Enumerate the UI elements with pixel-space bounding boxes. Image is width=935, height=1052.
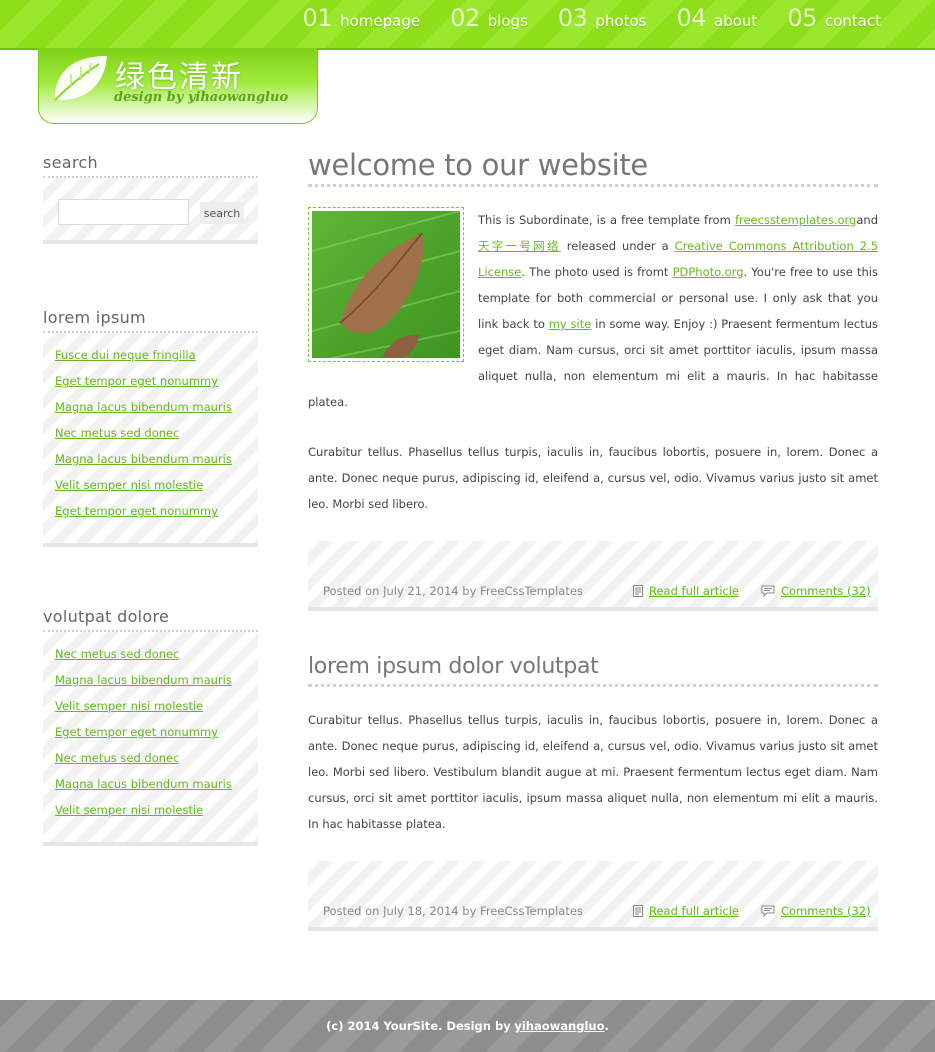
sidebar-link-list: Fusce dui neque fringilla Eget tempor eg… [43,333,258,526]
list-item: Velit semper nisi molestie [55,695,258,721]
nav-contact[interactable]: 05 contact [787,4,881,32]
link-tianzi[interactable]: 天字一号网络 [478,239,561,253]
sidebar-link[interactable]: Nec metus sed donec [55,647,179,661]
list-item: Magna lacus bibendum mauris [55,773,258,799]
sidebar-link[interactable]: Velit semper nisi molestie [55,699,203,713]
nav-label: photos [595,12,647,30]
sidebar-links-panel: Fusce dui neque fringilla Eget tempor eg… [43,333,258,547]
list-item: Eget tempor eget nonummy [55,370,258,396]
nav-number: 01 [302,4,333,32]
list-item: Nec metus sed donec [55,747,258,773]
link-my-site[interactable]: my site [549,317,592,331]
nav-homepage[interactable]: 01 homepage [303,4,421,32]
list-item: Magna lacus bibendum mauris [55,396,258,422]
nav-number: 05 [787,4,817,32]
main-nav: 01 homepage 02 blogs 03 photos 04 about 05 co… [273,4,881,32]
post-paragraph: Curabitur tellus. Phasellus tellus turpi… [308,713,878,831]
sidebar-link[interactable]: Magna lacus bibendum mauris [55,777,232,791]
link-pdphoto[interactable]: PDPhoto.org [673,265,744,279]
footer: (c) 2014 YourSite. Design by yihaowanglu… [0,1000,935,1052]
sidebar-link-list: Nec metus sed donec Magna lacus bibendum… [43,632,258,825]
nav-number: 02 [450,4,480,32]
nav-label: contact [824,12,881,30]
leaf-icon [54,56,107,101]
nav-label: about [714,12,758,30]
sidebar-link[interactable]: Eget tempor eget nonummy [55,504,218,518]
nav-about[interactable]: 04 about [676,4,757,32]
post-title: welcome to our website [308,148,878,187]
post-date: Posted on July 18, 2014 by FreeCssTempla… [323,904,583,918]
nav-number: 03 [557,4,588,32]
search-panel: search [43,178,258,244]
search-title: search [43,153,258,178]
list-item: Magna lacus bibendum mauris [55,669,258,695]
list-item: Fusce dui neque fringilla [55,344,258,370]
nav-blogs[interactable]: 02 blogs [450,4,528,32]
list-item: Velit semper nisi molestie [55,474,258,500]
list-item: Nec metus sed donec [55,643,258,669]
comments: Comments (32) [761,904,871,918]
logo-subtitle: design by yihaowangluo [114,90,289,105]
post-meta: Posted on July 18, 2014 by FreeCssTempla… [308,861,878,931]
sidebar-link[interactable]: Nec metus sed donec [55,426,179,440]
sidebar-link[interactable]: Nec metus sed donec [55,751,179,765]
sidebar-link[interactable]: Magna lacus bibendum mauris [55,452,232,466]
list-item: Nec metus sed donec [55,422,258,448]
list-item: Magna lacus bibendum mauris [55,448,258,474]
sidebar-link[interactable]: Eget tempor eget nonummy [55,374,218,388]
post-meta: Posted on July 21, 2014 by FreeCssTempla… [308,541,878,611]
leaf-photo [311,210,461,359]
sidebar-box-lorem-ipsum: lorem ipsum Fusce dui neque fringilla Eg… [43,308,258,547]
sidebar-link[interactable]: Fusce dui neque fringilla [55,348,196,362]
text-run: and [856,213,878,227]
post-entry: This is Subordinate, is a free template … [308,207,878,517]
top-bar: 01 homepage 02 blogs 03 photos 04 about 05 co… [0,0,935,50]
comments: Comments (32) [761,584,871,598]
post-date: Posted on July 21, 2014 by FreeCssTempla… [323,584,583,598]
list-item: Velit semper nisi molestie [55,799,258,825]
comment-icon [761,905,775,917]
read-more-link[interactable]: Read full article [649,904,739,918]
document-icon [633,905,643,917]
sidebar-links-panel: Nec metus sed donec Magna lacus bibendum… [43,632,258,846]
search-button[interactable]: search [200,202,244,224]
read-more: Read full article [633,904,739,918]
footer-design-link[interactable]: yihaowangluo [514,1019,604,1033]
sidebar-link[interactable]: Velit semper nisi molestie [55,478,203,492]
nav-number: 04 [676,4,707,32]
document-icon [633,585,643,597]
sidebar-link[interactable]: Velit semper nisi molestie [55,803,203,817]
sidebar-box-volutpat-dolore: volutpat dolore Nec metus sed donec Magn… [43,607,258,846]
nav-label: blogs [487,12,528,30]
sidebar-link[interactable]: Magna lacus bibendum mauris [55,673,232,687]
footer-end: . [604,1019,609,1033]
comments-link[interactable]: Comments (32) [781,584,871,598]
read-more: Read full article [633,584,739,598]
footer-text: (c) 2014 YourSite. Design by [326,1019,511,1033]
sidebar-box-title: volutpat dolore [43,607,258,632]
search-input[interactable] [58,199,189,225]
sidebar-link[interactable]: Magna lacus bibendum mauris [55,400,232,414]
post-paragraph: Curabitur tellus. Phasellus tellus turpi… [308,445,878,511]
read-more-link[interactable]: Read full article [649,584,739,598]
text-run: This is Subordinate, is a free template … [478,213,735,227]
nav-label: homepage [340,12,421,30]
search-box: search search [43,153,258,244]
site-logo[interactable]: 绿色清新 design by yihaowangluo [38,48,318,124]
link-freecsstemplates[interactable]: freecsstemplates.org [735,213,856,227]
list-item: Eget tempor eget nonummy [55,721,258,747]
list-item: Eget tempor eget nonummy [55,500,258,526]
text-run: released under a [560,239,675,253]
text-run: . The photo used is fromt [521,265,673,279]
post-welcome: welcome to our website This is Subordina… [308,148,878,611]
comment-icon [761,585,775,597]
sidebar-box-title: lorem ipsum [43,308,258,333]
post-title: lorem ipsum dolor volutpat [308,654,878,687]
post-lorem: lorem ipsum dolor volutpat Curabitur tel… [308,654,878,931]
sidebar-link[interactable]: Eget tempor eget nonummy [55,725,218,739]
nav-photos[interactable]: 03 photos [558,4,647,32]
post-entry: Curabitur tellus. Phasellus tellus turpi… [308,707,878,837]
comments-link[interactable]: Comments (32) [781,904,871,918]
post-photo [308,207,464,362]
